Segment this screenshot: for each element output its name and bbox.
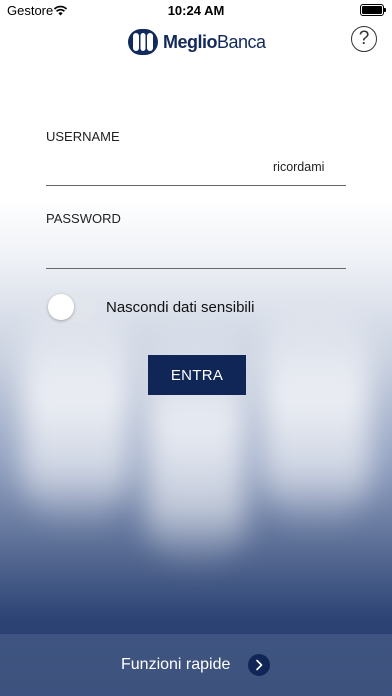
help-button[interactable]: ?	[351, 26, 377, 52]
hide-sensitive-data-label: Nascondi dati sensibili	[106, 299, 255, 316]
username-label: USERNAME	[46, 129, 120, 144]
remember-me-label[interactable]: ricordami	[273, 160, 324, 174]
login-button[interactable]: ENTRA	[148, 355, 246, 395]
clock: 10:24 AM	[167, 3, 225, 18]
background-decoration	[262, 300, 370, 530]
background	[0, 0, 392, 696]
battery-icon	[360, 4, 386, 16]
brand-logo: MeglioBanca	[128, 28, 266, 56]
status-bar: Gestore 10:24 AM	[0, 0, 392, 20]
hide-sensitive-data-toggle[interactable]	[46, 292, 96, 322]
username-field[interactable]	[46, 185, 346, 186]
password-field[interactable]	[46, 268, 346, 269]
quick-functions-bar[interactable]: Funzioni rapide	[0, 634, 392, 696]
password-label: PASSWORD	[46, 211, 121, 226]
quick-functions-label: Funzioni rapide	[121, 656, 231, 673]
brand-name: MeglioBanca	[163, 31, 266, 52]
toggle-knob	[48, 294, 74, 320]
help-icon: ?	[358, 28, 370, 49]
background-decoration	[22, 300, 130, 530]
chevron-right-icon[interactable]	[248, 654, 270, 676]
logo-mark-icon	[128, 29, 158, 55]
